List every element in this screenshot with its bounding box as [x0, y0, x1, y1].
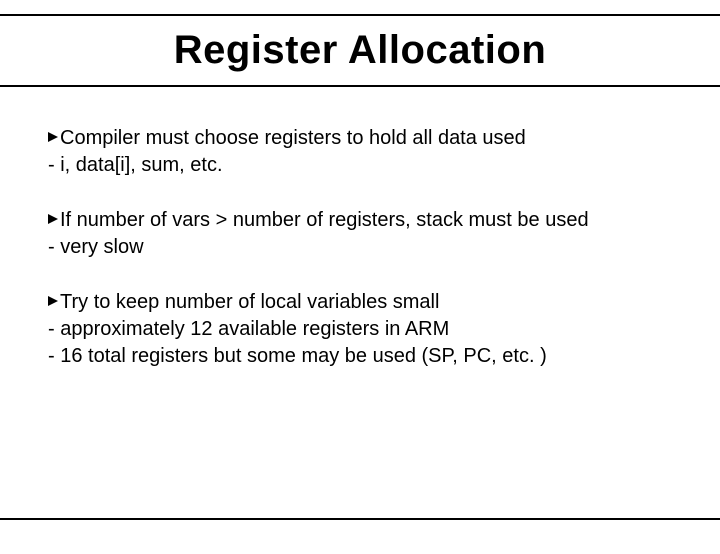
bullet-lead-text: Compiler must choose registers to hold a… — [60, 127, 526, 149]
bullet-lead-line: Try to keep number of local variables sm… — [48, 289, 672, 316]
arrow-right-icon — [48, 205, 58, 232]
bullet-sub-line: - 16 total registers but some may be use… — [48, 343, 672, 370]
bullet-sub-line: - approximately 12 available registers i… — [48, 316, 672, 343]
bullet-item: Try to keep number of local variables sm… — [48, 289, 672, 370]
bullet-lead-line: If number of vars > number of registers,… — [48, 207, 672, 234]
bullet-lead-text: Try to keep number of local variables sm… — [60, 291, 439, 313]
bullet-item: If number of vars > number of registers,… — [48, 207, 672, 261]
bottom-divider — [0, 518, 720, 520]
arrow-right-icon — [48, 123, 58, 150]
slide-content: Compiler must choose registers to hold a… — [0, 87, 720, 370]
bullet-lead-line: Compiler must choose registers to hold a… — [48, 125, 672, 152]
bullet-item: Compiler must choose registers to hold a… — [48, 125, 672, 179]
bullet-sub-line: - very slow — [48, 234, 672, 261]
slide: Register Allocation Compiler must choose… — [0, 14, 720, 554]
slide-title: Register Allocation — [0, 28, 720, 73]
arrow-right-icon — [48, 287, 58, 314]
title-band: Register Allocation — [0, 14, 720, 87]
bullet-sub-line: - i, data[i], sum, etc. — [48, 152, 672, 179]
bullet-lead-text: If number of vars > number of registers,… — [60, 209, 589, 231]
